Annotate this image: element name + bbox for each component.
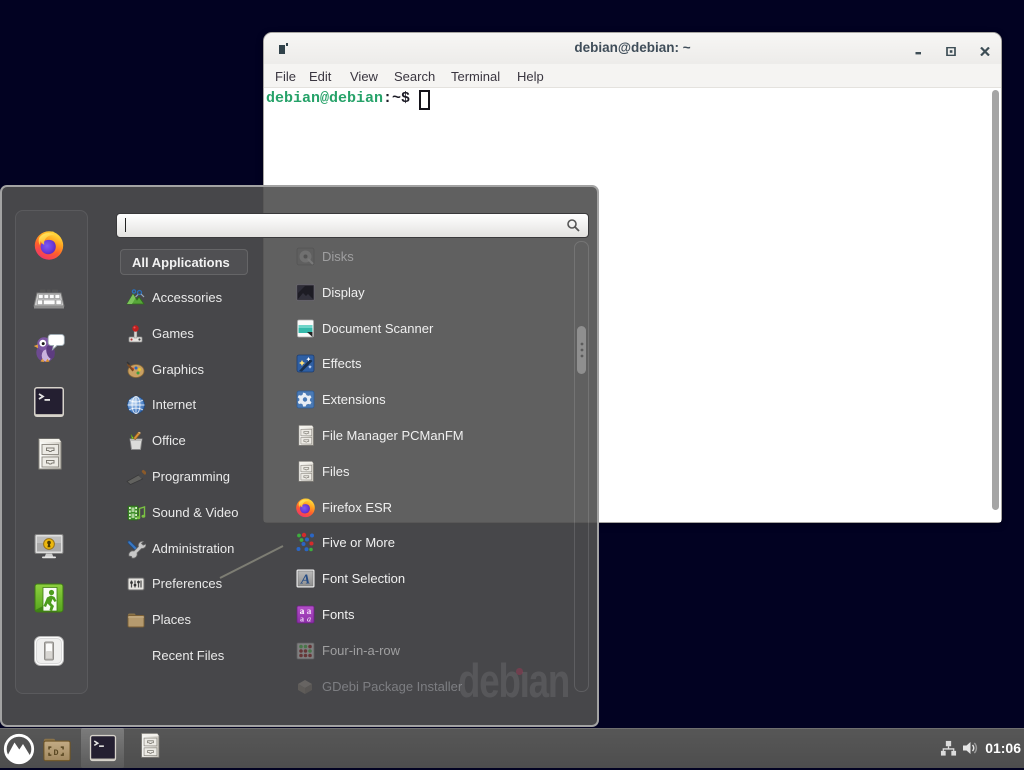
svg-text:D: D	[54, 748, 59, 758]
svg-text:a: a	[307, 615, 311, 624]
svg-text:a: a	[300, 615, 304, 624]
